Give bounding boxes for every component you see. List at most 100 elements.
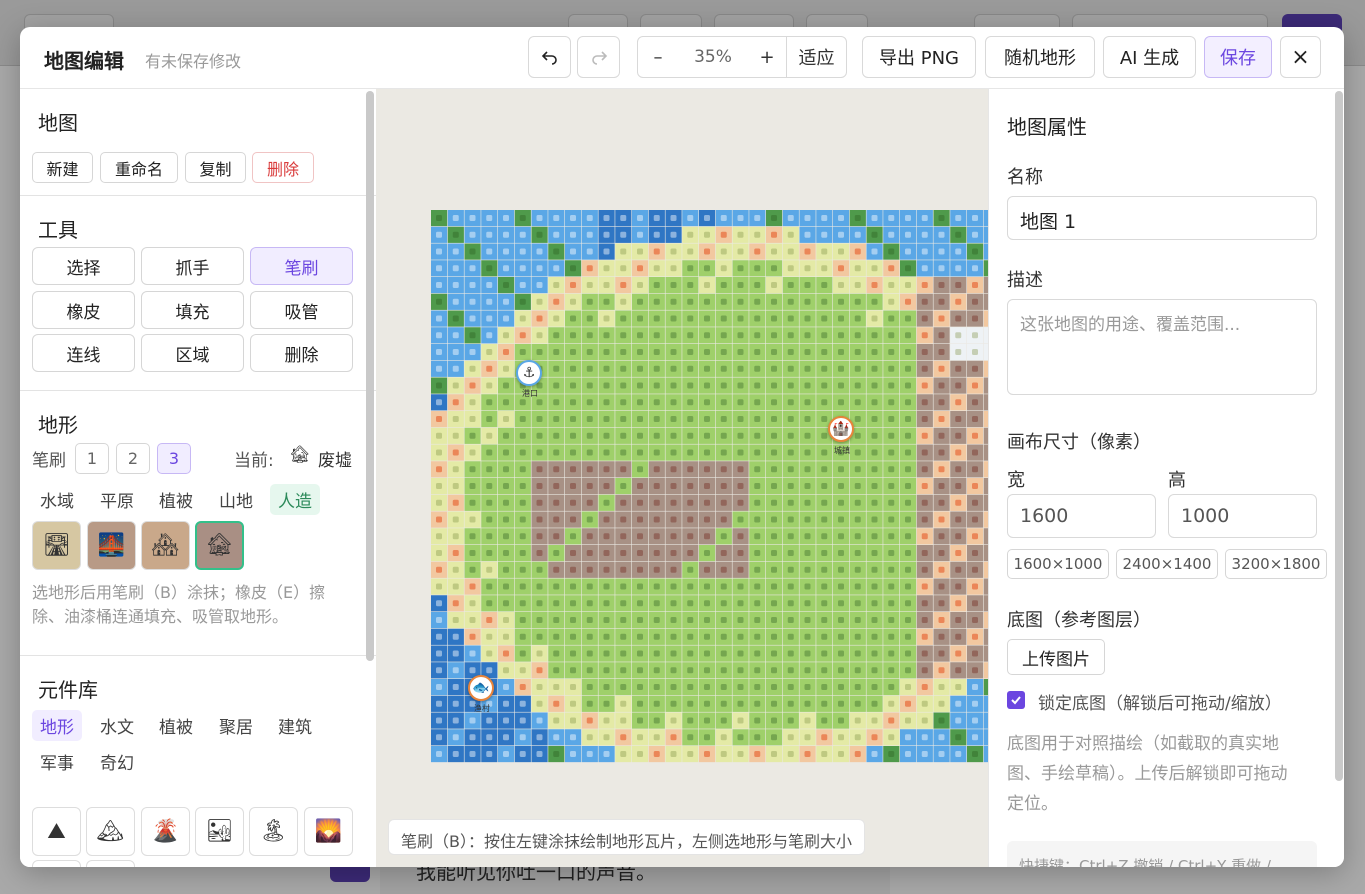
upload-image-button[interactable]: 上传图片 xyxy=(1007,639,1105,675)
terrain-tab-artificial[interactable]: 人造 xyxy=(270,484,320,515)
terrain-tab-vegetation[interactable]: 植被 xyxy=(151,484,201,515)
width-input[interactable]: 1600 xyxy=(1007,494,1156,538)
tool-region[interactable]: 区域 xyxy=(141,334,244,372)
map-tile-glyph xyxy=(871,516,878,523)
map-tile-glyph xyxy=(888,298,895,305)
snow-mountain-icon[interactable]: 🏔 xyxy=(86,807,135,856)
anchor-icon[interactable]: ⚓ xyxy=(516,360,542,386)
map-tile-glyph xyxy=(754,449,761,456)
desc-textarea[interactable]: 这张地图的用途、覆盖范围... xyxy=(1007,299,1317,395)
duplicate-map-button[interactable]: 复制 xyxy=(185,152,246,183)
map-tile-glyph xyxy=(519,282,526,288)
brush-size-1[interactable]: 1 xyxy=(75,443,109,474)
random-terrain-button[interactable]: 随机地形 xyxy=(985,36,1095,78)
tool-eraser[interactable]: 橡皮 xyxy=(32,291,135,329)
map-tile-glyph xyxy=(871,416,878,422)
village-icon[interactable]: 🏘 xyxy=(141,521,190,570)
tool-fill[interactable]: 填充 xyxy=(141,291,244,329)
rename-map-button[interactable]: 重命名 xyxy=(100,152,178,183)
brush-size-3[interactable]: 3 xyxy=(157,443,191,474)
height-input[interactable]: 1000 xyxy=(1168,494,1317,538)
volcano-icon[interactable]: 🌋 xyxy=(141,807,190,856)
close-button[interactable]: × xyxy=(1280,36,1321,78)
lock-checkbox[interactable] xyxy=(1007,691,1025,709)
undo-button[interactable] xyxy=(528,36,571,78)
save-button[interactable]: 保存 xyxy=(1204,36,1272,78)
map-tile-glyph xyxy=(653,600,660,607)
map-tile-glyph xyxy=(888,533,895,540)
terrain-tab-water[interactable]: 水域 xyxy=(32,484,82,515)
library-tab-terrain[interactable]: 地形 xyxy=(32,710,82,741)
map-tile-glyph xyxy=(821,282,828,288)
terrain-grid[interactable] xyxy=(376,89,988,867)
map-tile-glyph xyxy=(804,382,811,389)
width-label: 宽 xyxy=(1007,470,1025,491)
preset-2400[interactable]: 2400×1400 xyxy=(1116,549,1218,579)
lake-mountain-icon[interactable]: 🏞 xyxy=(32,860,81,867)
map-tile-glyph xyxy=(653,717,660,724)
map-tile-glyph xyxy=(670,700,677,707)
map-tile-glyph xyxy=(553,466,560,473)
library-tab-building[interactable]: 建筑 xyxy=(270,710,320,741)
map-tile-glyph xyxy=(737,365,744,372)
map-tile-glyph xyxy=(804,751,811,757)
delete-map-button[interactable]: 删除 xyxy=(252,152,314,183)
zoom-in-button[interactable]: + xyxy=(748,37,786,77)
right-scrollbar[interactable] xyxy=(1335,91,1343,781)
tool-eyedropper[interactable]: 吸管 xyxy=(250,291,353,329)
desert-icon[interactable]: 🏜 xyxy=(195,807,244,856)
map-tile-glyph xyxy=(570,466,576,473)
map-tile-glyph xyxy=(737,684,744,690)
tool-select[interactable]: 选择 xyxy=(32,247,135,285)
tool-delete[interactable]: 删除 xyxy=(250,334,353,372)
road-icon[interactable]: 🛣 xyxy=(32,521,81,570)
sunset-hills-icon[interactable]: 🌄 xyxy=(304,807,353,856)
map-tile-glyph xyxy=(452,516,459,523)
brush-size-2[interactable]: 2 xyxy=(116,443,150,474)
library-tab-fantasy[interactable]: 奇幻 xyxy=(92,746,142,777)
library-tab-vegetation[interactable]: 植被 xyxy=(151,710,201,741)
map-tile-glyph xyxy=(888,365,895,372)
map-tile-glyph xyxy=(838,466,844,473)
map-tile-glyph xyxy=(754,349,761,355)
redo-button[interactable] xyxy=(577,36,620,78)
snowflake-icon[interactable]: ❄ xyxy=(86,860,135,867)
map-tile-glyph xyxy=(570,700,576,707)
tool-line[interactable]: 连线 xyxy=(32,334,135,372)
preset-3200[interactable]: 3200×1800 xyxy=(1225,549,1327,579)
fish-icon[interactable]: 🐟 xyxy=(468,675,494,701)
library-tab-settlement[interactable]: 聚居 xyxy=(211,710,261,741)
map-tile-glyph xyxy=(586,332,593,339)
name-input[interactable]: 地图 1 xyxy=(1007,196,1317,240)
map-tile-glyph xyxy=(938,700,945,707)
map-tile-glyph xyxy=(771,533,777,540)
map-tile-glyph xyxy=(871,751,878,757)
map-canvas[interactable]: ⚓ 港口 🏰 城镇 🐟 渔村 笔刷（B）：按住左键涂抹绘制地形瓦片，左侧选地形与… xyxy=(376,89,988,867)
palm-island-icon[interactable]: 🏝 xyxy=(249,807,298,856)
fit-button[interactable]: 适应 xyxy=(786,37,846,77)
map-tile-glyph xyxy=(821,600,828,607)
mountain-icon[interactable]: ⛰ xyxy=(32,807,81,856)
ai-generate-button[interactable]: AI 生成 xyxy=(1103,36,1196,78)
export-png-button[interactable]: 导出 PNG xyxy=(862,36,976,78)
ruin-icon[interactable]: 🏚 xyxy=(195,521,244,570)
library-tab-hydrology[interactable]: 水文 xyxy=(92,710,142,741)
map-tile-glyph xyxy=(486,650,493,657)
map-tile-glyph xyxy=(838,315,844,322)
map-tile-glyph xyxy=(570,215,576,221)
left-scrollbar[interactable] xyxy=(366,91,374,661)
map-tile-glyph xyxy=(586,550,593,556)
tool-brush[interactable]: 笔刷 xyxy=(250,247,353,285)
tool-hand[interactable]: 抓手 xyxy=(141,247,244,285)
terrain-tab-plain[interactable]: 平原 xyxy=(92,484,142,515)
map-tile-glyph xyxy=(503,248,509,255)
castle-icon[interactable]: 🏰 xyxy=(828,416,854,442)
map-tile-glyph xyxy=(637,365,643,372)
library-tab-military[interactable]: 军事 xyxy=(32,746,82,777)
preset-1600[interactable]: 1600×1000 xyxy=(1007,549,1109,579)
map-tile-glyph xyxy=(536,282,543,288)
zoom-out-button[interactable]: – xyxy=(638,37,678,77)
terrain-tab-mountain[interactable]: 山地 xyxy=(211,484,261,515)
bridge-icon[interactable]: 🌉 xyxy=(87,521,136,570)
new-map-button[interactable]: 新建 xyxy=(32,152,93,183)
